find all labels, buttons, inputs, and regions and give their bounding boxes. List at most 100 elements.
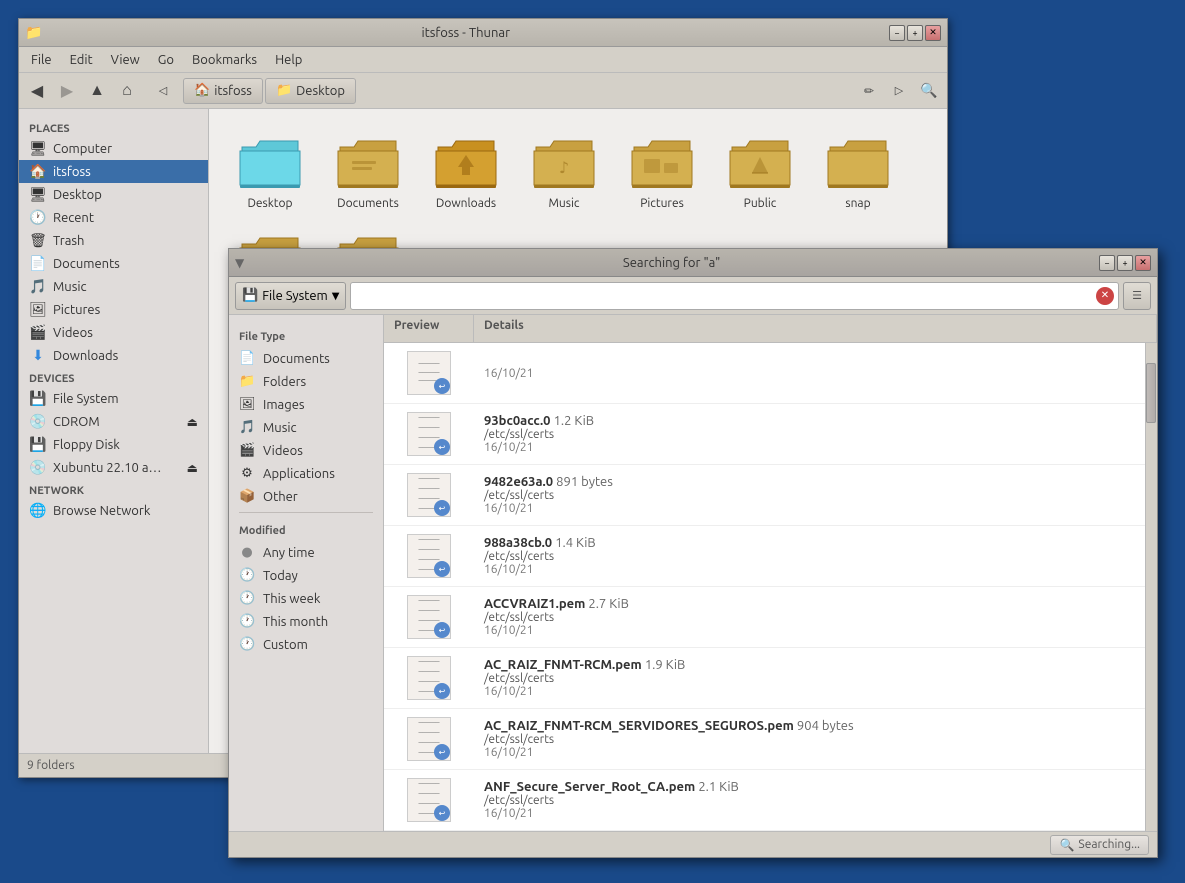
filter-this-month[interactable]: 🕐 This month [229,610,383,633]
main-menubar: File Edit View Go Bookmarks Help [19,47,947,73]
edit-path-button[interactable]: ✏ [855,77,883,105]
menu-file[interactable]: File [23,51,60,69]
cdrom-eject-icon[interactable]: ⏏ [187,415,198,429]
sidebar-item-documents[interactable]: 📄 Documents [19,252,208,275]
filter-music[interactable]: 🎵 Music [229,416,383,439]
result-item-partial[interactable]: ─────────────── ↩ 16/10/21 [384,343,1145,404]
file-item-downloads[interactable]: Downloads [421,125,511,214]
menu-go[interactable]: Go [150,51,182,69]
xubuntu-eject-icon[interactable]: ⏏ [187,461,198,475]
filter-other[interactable]: 📦 Other [229,485,383,508]
search-menu-button[interactable]: ☰ [1123,282,1151,310]
sidebar-item-videos[interactable]: 🎬 Videos [19,321,208,344]
breadcrumb-itsfoss[interactable]: 🏠 itsfoss [183,78,263,104]
result-date-3: 16/10/21 [484,563,1135,576]
sidebar-item-browse-network[interactable]: 🌐 Browse Network [19,499,208,522]
thunar-app-icon: 📁 [25,24,42,41]
sidebar-item-pictures[interactable]: 🖼 Pictures [19,298,208,321]
file-item-desktop[interactable]: Desktop [225,125,315,214]
cert-thumb-partial: ─────────────── ↩ [407,351,451,395]
nav-next-button[interactable]: ▷ [885,77,913,105]
results-header: Preview Details [384,315,1157,343]
menu-view[interactable]: View [103,51,148,69]
search-button[interactable]: 🔍 [915,77,943,105]
filter-documents[interactable]: 📄 Documents [229,347,383,370]
scrollbar-thumb[interactable] [1146,363,1156,423]
result-name-3: 988a38cb.0 1.4 KiB [484,536,1135,550]
result-item-6[interactable]: ──────────────────── ↩ AC_RAIZ_FNMT-RCM_… [384,709,1145,770]
filter-anytime[interactable]: ● Any time [229,541,383,564]
result-item-2[interactable]: ──────────────────── ↩ 9482e63a.0 891 by… [384,465,1145,526]
result-name-7: ANF_Secure_Server_Root_CA.pem 2.1 KiB [484,780,1135,794]
filter-videos[interactable]: 🎬 Videos [229,439,383,462]
network-label: Network [19,479,208,499]
result-preview-partial: ─────────────── ↩ [384,347,474,399]
search-minimize-button[interactable]: − [1099,255,1115,271]
filter-panel: File Type 📄 Documents 📁 Folders 🖼 Images… [229,315,384,831]
sidebar-item-recent[interactable]: 🕐 Recent [19,206,208,229]
result-item-1[interactable]: ──────────────────── ↩ 93bc0acc.0 1.2 Ki… [384,404,1145,465]
file-item-snap[interactable]: snap [813,125,903,214]
file-item-pictures[interactable]: Pictures [617,125,707,214]
file-item-documents[interactable]: Documents [323,125,413,214]
main-maximize-button[interactable]: + [907,25,923,41]
filter-folders[interactable]: 📁 Folders [229,370,383,393]
filter-apps-icon: ⚙ [239,466,255,481]
result-item-7[interactable]: ──────────────────── ↩ ANF_Secure_Server… [384,770,1145,831]
cert-badge-2: ↩ [434,500,450,516]
search-clear-button[interactable]: ✕ [1096,287,1114,305]
computer-icon: 🖥 [29,140,47,157]
scrollbar-track[interactable] [1145,343,1157,831]
result-item-3[interactable]: ──────────────────── ↩ 988a38cb.0 1.4 Ki… [384,526,1145,587]
sidebar-item-music[interactable]: 🎵 Music [19,275,208,298]
filter-this-week[interactable]: 🕐 This week [229,587,383,610]
custom-icon: 🕐 [239,637,255,652]
result-details-7: ANF_Secure_Server_Root_CA.pem 2.1 KiB /e… [474,776,1145,824]
nav-prev-button[interactable]: ◁ [149,77,177,105]
filter-images[interactable]: 🖼 Images [229,393,383,416]
back-button[interactable]: ◀ [23,77,51,105]
search-status-bar: 🔍 Searching... [229,831,1157,857]
sidebar-item-xubuntu[interactable]: 💿 Xubuntu 22.10 am... ⏏ [19,456,208,479]
sidebar-item-desktop[interactable]: 🖥 Desktop [19,183,208,206]
result-date-5: 16/10/21 [484,685,1135,698]
location-dropdown[interactable]: 💾 File System ▼ [235,282,346,310]
result-item-4[interactable]: ──────────────────── ↩ ACCVRAIZ1.pem 2.7… [384,587,1145,648]
file-item-music[interactable]: ♪ Music [519,125,609,214]
floppy-icon: 💾 [29,436,47,453]
search-toolbar: 💾 File System ▼ ✕ ☰ [229,277,1157,315]
sidebar-item-cdrom[interactable]: 💿 CDROM ⏏ [19,410,208,433]
file-item-public[interactable]: Public [715,125,805,214]
filter-folders-icon: 📁 [239,374,255,389]
breadcrumb-desktop[interactable]: 📁 Desktop [265,78,356,104]
sidebar-item-computer[interactable]: 🖥 Computer [19,137,208,160]
filter-custom[interactable]: 🕐 Custom [229,633,383,656]
sidebar-item-floppy[interactable]: 💾 Floppy Disk [19,433,208,456]
search-close-button[interactable]: ✕ [1135,255,1151,271]
menu-edit[interactable]: Edit [62,51,101,69]
sidebar-item-filesystem[interactable]: 💾 File System [19,387,208,410]
results-panel: Preview Details ─────────────── ↩ 16/10/… [384,315,1157,831]
sidebar-item-downloads[interactable]: ⬇ Downloads [19,344,208,367]
cert-badge-5: ↩ [434,683,450,699]
up-button[interactable]: ▲ [83,77,111,105]
menu-help[interactable]: Help [267,51,310,69]
home-button[interactable]: ⌂ [113,77,141,105]
result-item-5[interactable]: ──────────────────── ↩ AC_RAIZ_FNMT-RCM.… [384,648,1145,709]
main-minimize-button[interactable]: − [889,25,905,41]
today-icon: 🕐 [239,568,255,583]
documents-folder-icon [336,129,400,193]
forward-button[interactable]: ▶ [53,77,81,105]
filesystem-dropdown-icon: 💾 [242,288,258,303]
public-label: Public [744,197,777,210]
result-date-2: 16/10/21 [484,502,1135,515]
search-titlebar: ▼ Searching for "a" − + ✕ [229,249,1157,277]
menu-bookmarks[interactable]: Bookmarks [184,51,265,69]
sidebar-item-itsfoss[interactable]: 🏠 itsfoss [19,160,208,183]
sidebar-item-trash[interactable]: 🗑 Trash [19,229,208,252]
filter-applications[interactable]: ⚙ Applications [229,462,383,485]
main-close-button[interactable]: ✕ [925,25,941,41]
search-input[interactable] [355,288,1096,303]
search-maximize-button[interactable]: + [1117,255,1133,271]
filter-today[interactable]: 🕐 Today [229,564,383,587]
